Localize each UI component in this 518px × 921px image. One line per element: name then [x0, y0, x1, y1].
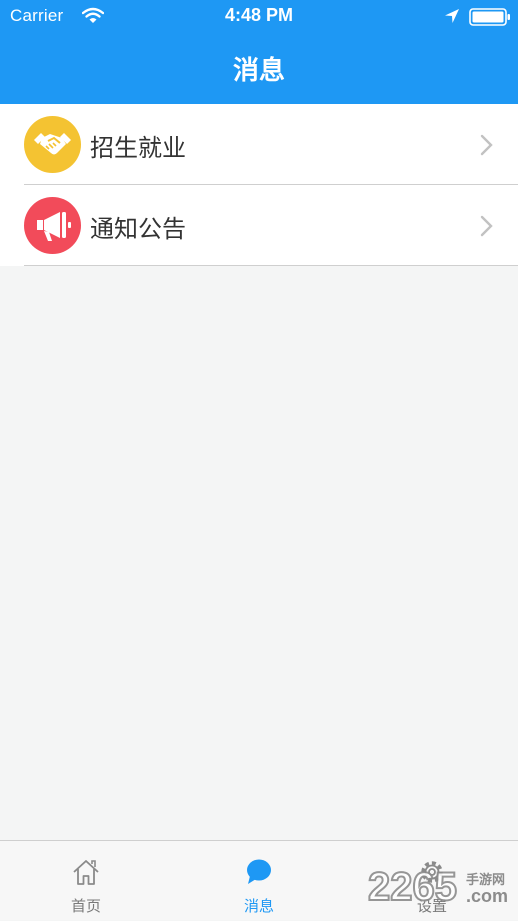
status-time: 4:48 PM — [224, 5, 294, 25]
tab-home[interactable]: 首页 — [0, 841, 172, 921]
watermark-brand: 2265 — [368, 865, 457, 909]
notices-avatar — [24, 197, 81, 254]
megaphone-icon — [37, 212, 71, 241]
tab-messages[interactable]: 消息 — [173, 841, 345, 921]
app-header: Carrier 4:48 PM 消息 — [0, 0, 518, 104]
list-item-notices[interactable]: 通知公告 — [0, 185, 518, 266]
handshake-icon — [34, 133, 71, 155]
list-item-admissions-employment[interactable]: 招生就业 — [0, 104, 518, 185]
location-arrow-icon — [445, 9, 459, 23]
page-title: 消息 — [232, 56, 285, 86]
status-bar: Carrier 4:48 PM — [0, 0, 518, 34]
chevron-right-icon — [480, 215, 493, 237]
chat-bubble-icon — [247, 859, 271, 884]
message-category-list: 招生就业 通知公告 — [0, 104, 518, 266]
site-watermark-logo: 2265 手游网 .com — [367, 864, 508, 910]
tab-label: 首页 — [70, 897, 101, 915]
list-item-label: 通知公告 — [90, 215, 186, 243]
watermark-suffix: .com — [466, 886, 508, 906]
tab-label: 消息 — [243, 897, 274, 915]
list-divider — [24, 265, 518, 266]
chevron-right-icon — [480, 134, 493, 156]
admissions-avatar — [24, 116, 81, 173]
battery-icon — [469, 8, 510, 26]
list-item-label: 招生就业 — [90, 134, 186, 162]
home-icon — [73, 860, 99, 885]
